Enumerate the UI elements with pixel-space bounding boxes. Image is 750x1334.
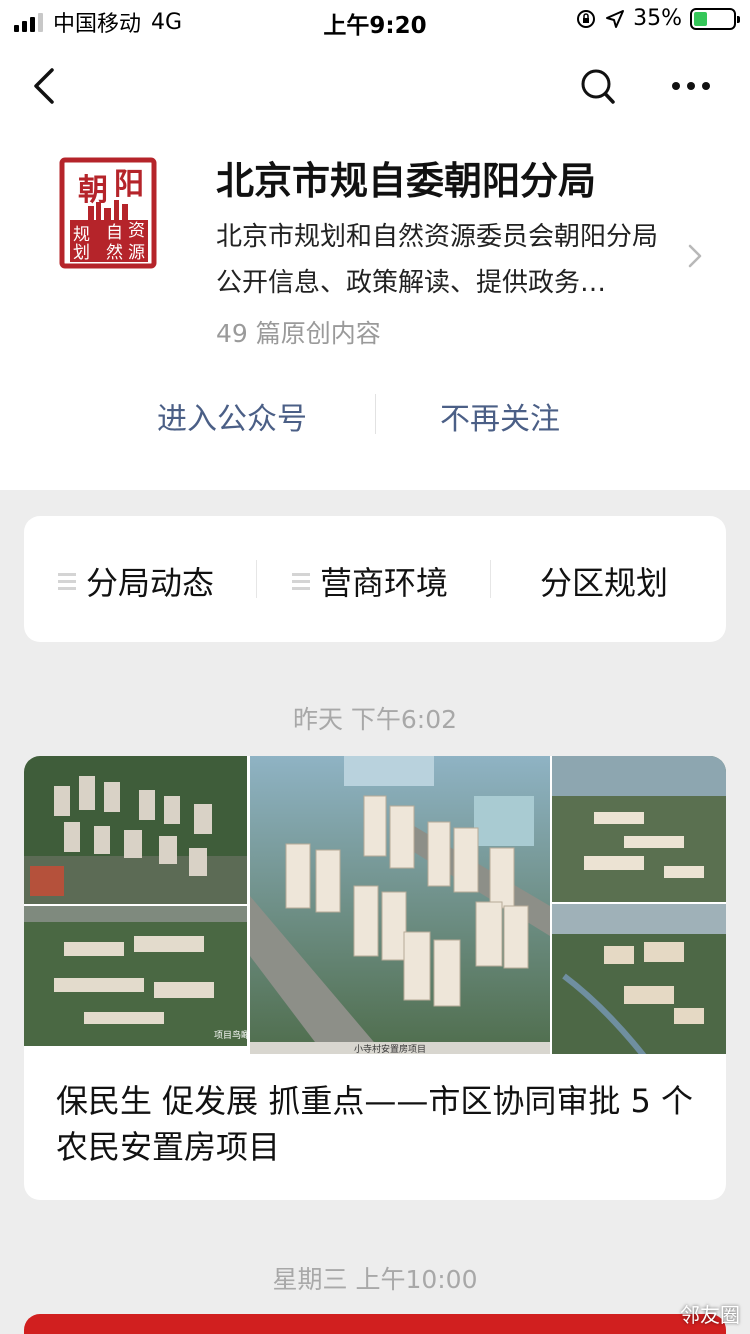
nav-bar (0, 44, 750, 132)
menu-item-business-environment[interactable]: 营商环境 (292, 558, 448, 604)
more-options-icon[interactable] (672, 72, 718, 100)
location-icon (606, 9, 625, 28)
account-logo[interactable]: 朝 阳 规 划 自 然 资 源 (58, 154, 158, 274)
account-name: 北京市规自委朝阳分局 (216, 159, 597, 203)
menu-item-branch-news[interactable]: 分局动态 (58, 558, 214, 604)
account-menu: 分局动态 营商环境 分区规划 (24, 516, 726, 642)
status-right: 35% (575, 6, 740, 31)
action-divider (375, 394, 376, 434)
profile-actions: 进入公众号 不再关注 (0, 394, 750, 438)
cover-caption-project: 小寺村安置房项目 (354, 1043, 426, 1054)
status-bar: 中国移动 4G 上午9:20 35% (0, 0, 750, 44)
chevron-right-icon[interactable] (686, 242, 704, 270)
account-profile: 朝 阳 规 划 自 然 资 源 北京市规自委朝阳分局 北京市规划和自然资源委员会… (0, 132, 750, 490)
unfollow-button[interactable]: 不再关注 (400, 394, 600, 438)
menu-item-label: 分区规划 (540, 564, 669, 602)
menu-item-district-planning[interactable]: 分区规划 (540, 558, 668, 604)
logo-char-chao: 朝 (78, 173, 108, 208)
logo-char-zi: 自 (106, 223, 123, 243)
article-card[interactable]: 项目鸟瞰图 小寺村安置房项目 保民生 促发展 抓重点——市区协同审批 5 个农民… (24, 756, 726, 1200)
message-timestamp: 星期三 上午10:00 (272, 1265, 478, 1294)
battery-percent: 35% (633, 6, 682, 31)
next-article-card[interactable] (24, 1314, 726, 1334)
original-article-count: 49 篇原创内容 (216, 319, 381, 348)
back-arrow-icon[interactable] (26, 64, 66, 108)
battery-icon (690, 7, 740, 30)
logo-char-zi2: 资 (128, 221, 145, 241)
article-cover-image[interactable]: 项目鸟瞰图 小寺村安置房项目 (24, 756, 726, 1054)
menu-divider (256, 560, 257, 598)
battery-fill (694, 11, 708, 26)
menu-divider (490, 560, 491, 598)
menu-item-label: 分局动态 (86, 564, 215, 602)
search-icon[interactable] (578, 64, 618, 108)
source-watermark: 邻友圈 (680, 1303, 740, 1327)
menu-lines-icon (58, 572, 76, 590)
rotation-lock-icon (577, 9, 596, 28)
logo-char-ran: 然 (106, 243, 123, 263)
message-timestamp: 昨天 下午6:02 (292, 705, 458, 734)
enter-account-button[interactable]: 进入公众号 (132, 394, 332, 438)
account-description[interactable]: 北京市规划和自然资源委员会朝阳分局公开信息、政策解读、提供政务… (216, 214, 678, 306)
menu-lines-icon (292, 572, 310, 590)
article-title[interactable]: 保民生 促发展 抓重点——市区协同审批 5 个农民安置房项目 (56, 1078, 696, 1170)
menu-item-label: 营商环境 (320, 564, 449, 602)
logo-char-yuan: 源 (128, 243, 145, 263)
logo-char-hua: 划 (73, 243, 90, 263)
logo-char-gui: 规 (73, 225, 90, 245)
logo-char-yang: 阳 (114, 167, 144, 202)
